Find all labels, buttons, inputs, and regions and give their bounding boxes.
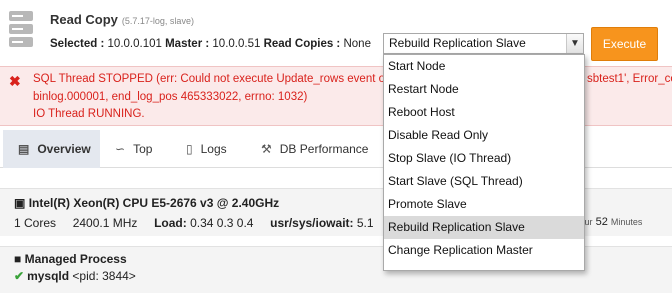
option-stop-slave-io[interactable]: Stop Slave (IO Thread) — [384, 147, 584, 170]
server-icon — [9, 11, 33, 47]
alert-line-1-left: SQL Thread STOPPED (err: Could not execu… — [33, 73, 405, 85]
iowait-value: 5.1 — [356, 216, 374, 230]
option-rebuild-replication-slave[interactable]: Rebuild Replication Slave — [384, 216, 584, 239]
managed-process-title: ■ Managed Process — [14, 252, 127, 266]
check-icon: ✔ — [14, 269, 25, 283]
node-title: Read Copy (5.7.17-log, slave) — [50, 12, 194, 27]
option-change-replication-master[interactable]: Change Replication Master — [384, 239, 584, 262]
option-restart-node[interactable]: Restart Node — [384, 78, 584, 101]
load-label: Load: — [154, 216, 187, 230]
process-box-icon: ■ — [14, 252, 22, 266]
line-chart-icon: ∽ — [115, 142, 126, 156]
cpu-stats: 1 Cores 2400.1 MHz Load: 0.34 0.3 0.4 us… — [14, 216, 374, 230]
overview-chart-icon: ▤ — [18, 142, 30, 156]
action-select[interactable]: Rebuild Replication Slave ▼ — [383, 33, 584, 54]
read-copies-value: None — [343, 38, 371, 50]
execute-button[interactable]: Execute — [591, 27, 658, 61]
wrench-icon: ⚒ — [261, 142, 272, 156]
node-info: Selected : 10.0.0.101 Master : 10.0.0.51… — [50, 38, 371, 50]
cpu-cores: 1 Cores — [14, 216, 57, 230]
node-title-text: Read Copy — [50, 12, 118, 27]
selected-value: 10.0.0.101 — [107, 38, 162, 50]
tab-overview-label: Overview — [37, 142, 91, 156]
action-dropdown-menu[interactable]: Start Node Restart Node Reboot Host Disa… — [383, 54, 585, 271]
action-select-value: Rebuild Replication Slave — [389, 36, 526, 50]
load-value: 0.34 0.3 0.4 — [190, 216, 254, 230]
alert-line-3: IO Thread RUNNING. — [33, 108, 145, 120]
iowait-label: usr/sys/iowait: — [270, 216, 354, 230]
cpu-model: Intel(R) Xeon(R) CPU E5-2676 v3 @ 2.40GH… — [28, 196, 280, 210]
uptime-minutes-word: Minutes — [610, 217, 643, 227]
option-start-slave-sql[interactable]: Start Slave (SQL Thread) — [384, 170, 584, 193]
close-x-icon[interactable]: ✖ — [9, 73, 21, 90]
tab-logs-label: Logs — [200, 142, 227, 156]
master-label: Master : — [165, 38, 210, 50]
process-name: mysqld — [27, 269, 70, 283]
uptime-minutes: 52 — [595, 216, 608, 228]
tab-db-performance[interactable]: ⚒ DB Performance — [261, 130, 368, 168]
chevron-down-icon[interactable]: ▼ — [566, 34, 583, 53]
node-version: (5.7.17-log, slave) — [121, 16, 194, 26]
tab-db-performance-label: DB Performance — [279, 142, 369, 156]
cpu-mhz: 2400.1 MHz — [72, 216, 138, 230]
read-copies-label: Read Copies : — [263, 38, 341, 50]
cpu-title: ▣ Intel(R) Xeon(R) CPU E5-2676 v3 @ 2.40… — [14, 196, 279, 210]
tab-overview[interactable]: ▤ Overview — [3, 130, 100, 168]
managed-process-label: Managed Process — [24, 252, 127, 266]
alert-line-1-right: sbtest1', Error_co — [587, 73, 672, 85]
tab-top[interactable]: ∽ Top — [115, 130, 152, 168]
master-value: 10.0.0.51 — [212, 38, 261, 50]
process-pid: <pid: 3844> — [72, 269, 136, 283]
cpu-chip-icon: ▣ — [14, 196, 26, 210]
option-promote-slave[interactable]: Promote Slave — [384, 193, 584, 216]
option-start-node[interactable]: Start Node — [384, 55, 584, 78]
tab-top-label: Top — [133, 142, 153, 156]
logs-drive-icon: ▯ — [186, 142, 193, 156]
option-disable-read-only[interactable]: Disable Read Only — [384, 124, 584, 147]
selected-label: Selected : — [50, 38, 105, 50]
alert-line-2: binlog.000001, end_log_pos 465333022, er… — [33, 91, 308, 103]
option-reboot-host[interactable]: Reboot Host — [384, 101, 584, 124]
process-item: ✔ mysqld <pid: 3844> — [14, 269, 136, 283]
tab-logs[interactable]: ▯ Logs — [186, 130, 227, 168]
